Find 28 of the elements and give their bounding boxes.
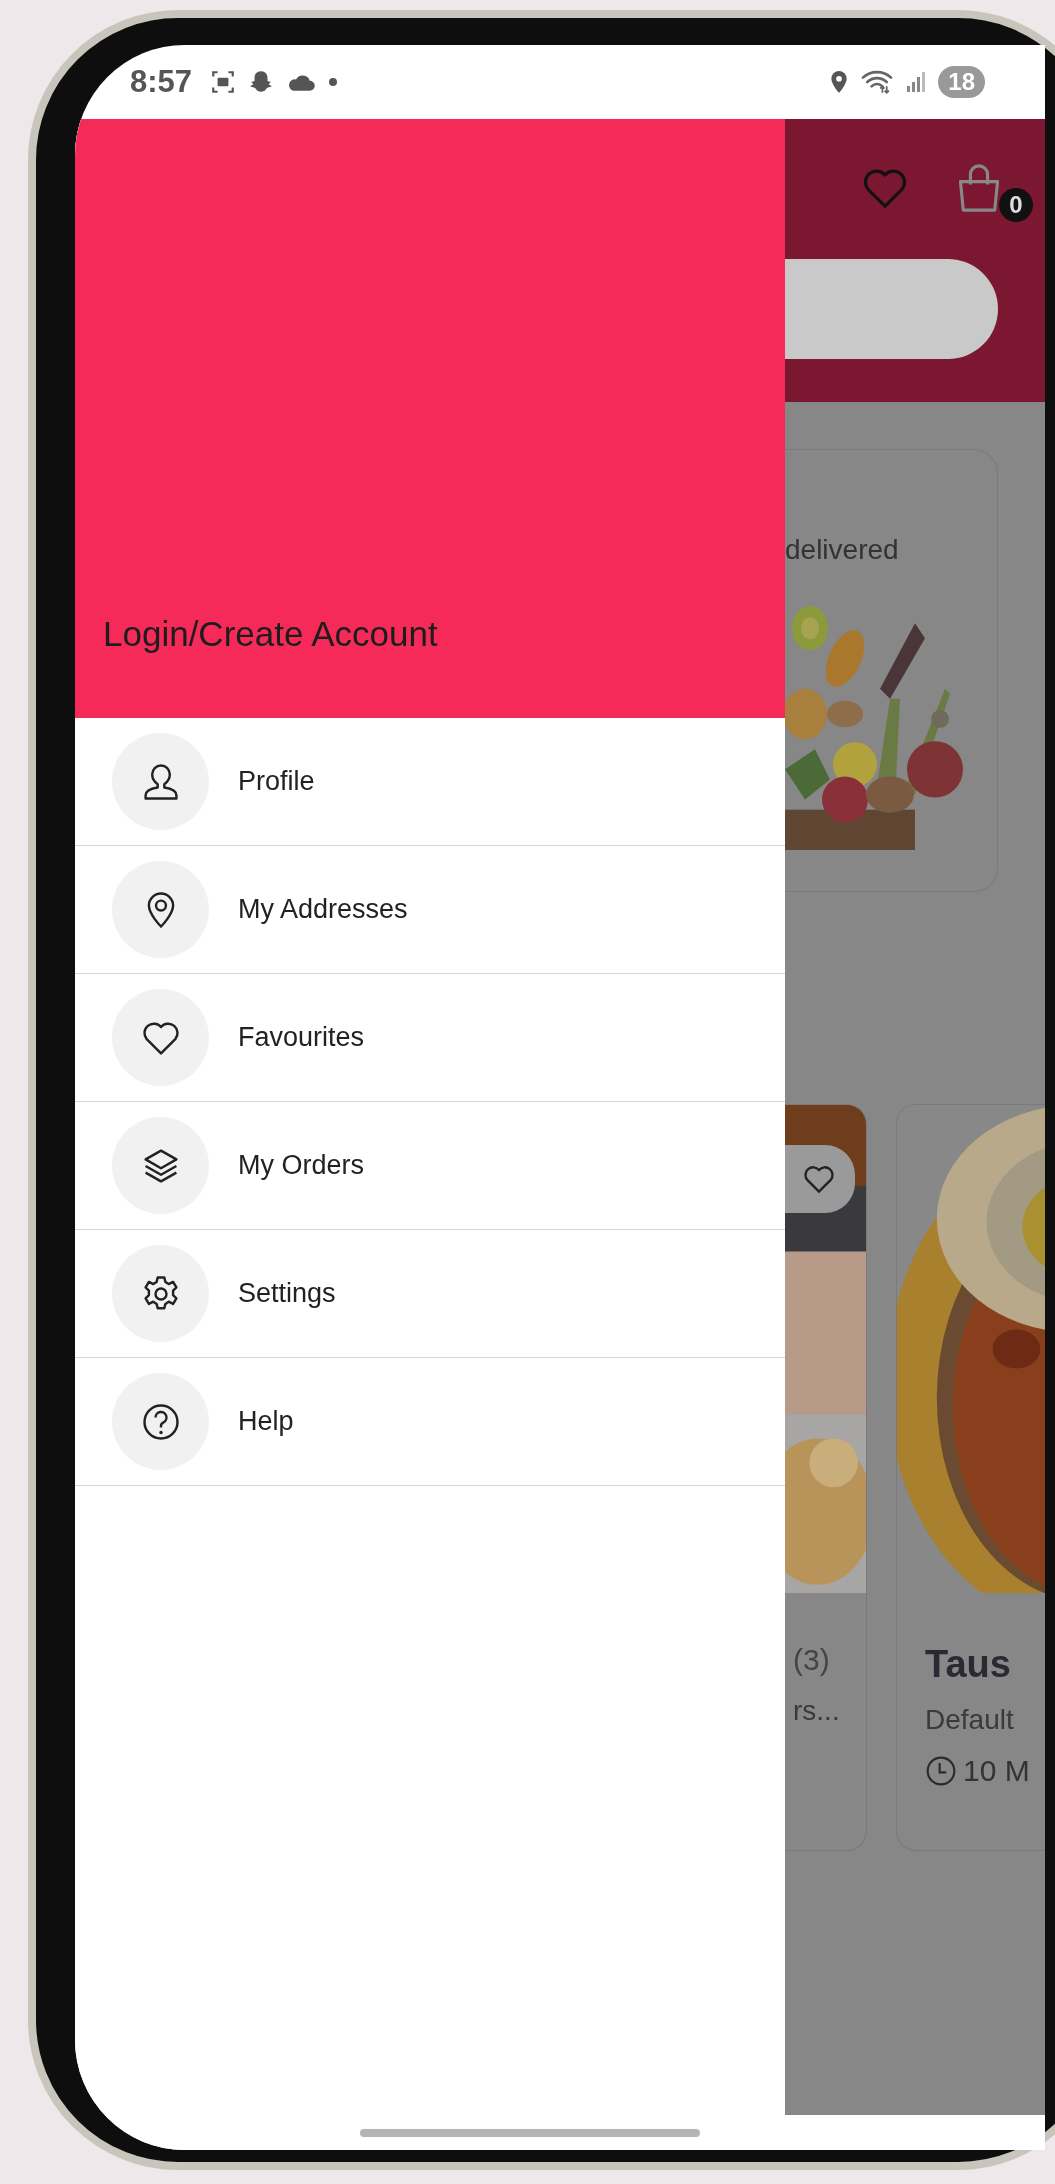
product-subtitle: rs... (793, 1695, 841, 1727)
rating-count: (3) (793, 1643, 831, 1677)
product-subtitle: Default (925, 1704, 1015, 1736)
delivery-time: 10 M (963, 1754, 1030, 1788)
home-indicator[interactable] (360, 2128, 700, 2137)
shopping-bag-icon[interactable] (959, 164, 999, 212)
menu-item[interactable]: My Addresses (75, 846, 785, 974)
product-card[interactable]: Taus Default 10 M (896, 1104, 1045, 1851)
menu-item[interactable]: Settings (75, 1230, 785, 1358)
product-name: Taus (925, 1643, 1012, 1686)
wifi-icon (860, 69, 895, 95)
favourite-button[interactable] (785, 1145, 855, 1213)
screenshot-icon (210, 69, 237, 95)
dot-icon (328, 77, 339, 87)
cart-count-badge: 0 (999, 188, 1033, 222)
menu-item[interactable]: My Orders (75, 1102, 785, 1230)
clock-icon (925, 1755, 957, 1787)
signal-icon (906, 70, 927, 94)
battery-indicator: 18 (938, 66, 985, 98)
menu-item[interactable]: Favourites (75, 974, 785, 1102)
login-link[interactable]: Login/Create Account (103, 614, 438, 654)
menu-item[interactable]: Profile (75, 718, 785, 846)
promo-subtitle: delivered (785, 534, 900, 566)
location-icon (830, 70, 849, 94)
status-time: 8:57 (130, 64, 193, 100)
promo-card[interactable]: delivered (785, 449, 998, 892)
menu-item[interactable]: Help (75, 1358, 785, 1486)
search-field[interactable] (785, 259, 998, 359)
